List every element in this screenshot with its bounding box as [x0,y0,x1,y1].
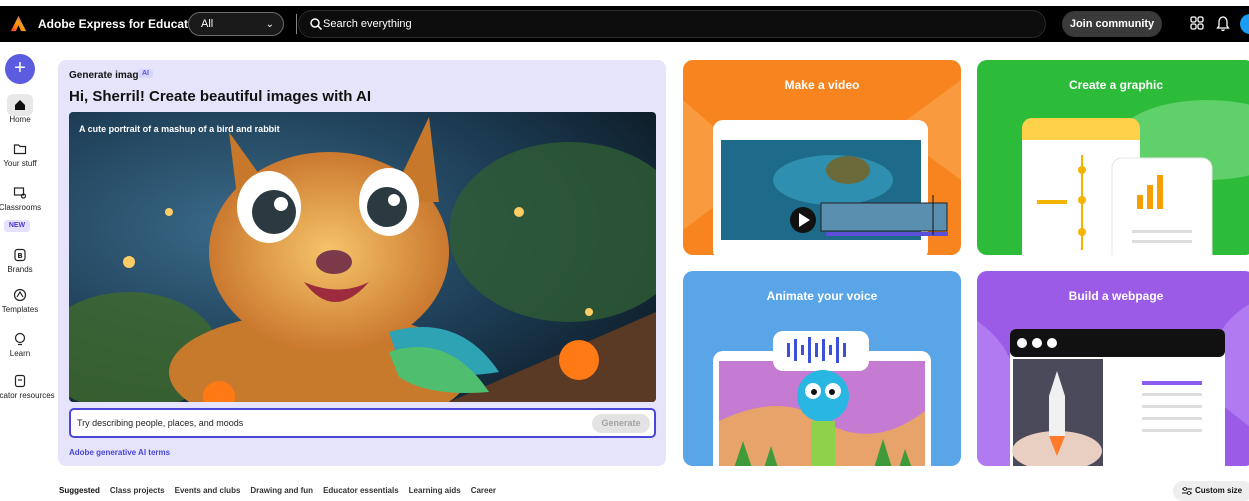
bell-icon[interactable] [1216,16,1230,32]
rail-item-label: Brands [7,265,33,274]
rail-item-classrooms[interactable]: Classrooms [0,186,41,212]
tab-career[interactable]: Career [471,486,496,495]
search-input[interactable]: Search everything [298,10,1046,38]
tab-class-projects[interactable]: Class projects [110,486,165,495]
rail-item-brands[interactable]: B Brands [0,248,40,274]
animate-voice-tile[interactable]: Animate your voice [683,271,961,466]
create-button[interactable]: + [5,54,35,84]
generated-image-preview[interactable]: A cute portrait of a mashup of a bird an… [69,112,656,402]
learn-icon [14,332,26,346]
prompt-placeholder: Try describing people, places, and moods [77,418,244,428]
search-filter-select[interactable]: All ⌄ [188,12,284,36]
rail-item-label: Your stuff [3,159,37,168]
generate-button[interactable]: Generate [592,414,650,433]
rail-item-templates[interactable]: Templates [0,288,40,314]
apps-grid-icon[interactable] [1190,16,1204,30]
prompt-input[interactable]: Try describing people, places, and moods… [69,408,656,438]
home-icon [15,100,25,110]
category-tabs: Suggested Class projects Events and club… [59,486,496,495]
rail-item-label: Learn [9,349,31,358]
tile-title: Create a graphic [1068,78,1164,92]
chevron-down-icon: ⌄ [265,19,274,30]
tile-title: Animate your voice [766,289,878,303]
image-caption: A cute portrait of a mashup of a bird an… [79,124,280,134]
tab-drawing-and-fun[interactable]: Drawing and fun [250,486,313,495]
page-title: Hi, Sherril! Create beautiful images wit… [69,88,372,105]
top-bar: Adobe Express for Education All ⌄ Search… [0,6,1249,42]
tile-title: Build a webpage [1068,289,1164,303]
svg-text:B: B [17,252,22,260]
ai-badge: AI [138,69,153,78]
templates-icon [13,288,27,302]
make-video-tile[interactable]: Make a video [683,60,961,255]
tab-educator-essentials[interactable]: Educator essentials [323,486,399,495]
adobe-express-logo[interactable] [10,15,27,32]
rail-item-label: Classrooms [0,203,42,212]
generate-image-panel: Generate image AI Hi, Sherril! Create be… [58,60,666,466]
left-rail: + Home Your stuff Classrooms NEW B Brand… [0,42,55,497]
educator-icon [14,374,26,388]
build-webpage-tile[interactable]: Build a webpage [977,271,1249,466]
rail-item-your-stuff[interactable]: Your stuff [0,142,40,168]
rail-item-label: Educator resources [0,391,55,400]
avatar[interactable] [1240,14,1249,34]
divider [296,14,297,34]
classroom-icon [13,187,27,199]
generate-image-label: Generate image [69,70,145,81]
rail-item-educator-resources[interactable]: Educator resources [0,374,55,400]
rail-item-label: Home [9,115,31,124]
tab-events-and-clubs[interactable]: Events and clubs [175,486,241,495]
custom-size-button[interactable]: Custom size [1173,481,1249,501]
bird-rabbit-illustration [69,112,656,402]
search-icon [310,18,323,31]
rail-item-learn[interactable]: Learn [0,332,40,358]
custom-size-label: Custom size [1195,486,1243,495]
tab-learning-aids[interactable]: Learning aids [409,486,461,495]
rail-item-home[interactable]: Home [0,98,40,124]
brand-icon: B [14,248,26,262]
app-title[interactable]: Adobe Express for Education [38,17,206,31]
search-placeholder: Search everything [323,18,412,30]
folder-icon [13,144,27,155]
sliders-icon [1182,487,1192,495]
join-community-button[interactable]: Join community [1062,11,1162,37]
create-graphic-tile[interactable]: Create a graphic [977,60,1249,255]
ai-terms-link[interactable]: Adobe generative AI terms [69,448,170,457]
tab-suggested[interactable]: Suggested [59,486,100,495]
rail-item-label: Templates [1,305,39,314]
filter-value: All [201,18,214,30]
new-badge: NEW [4,220,30,232]
tile-title: Make a video [784,78,860,92]
